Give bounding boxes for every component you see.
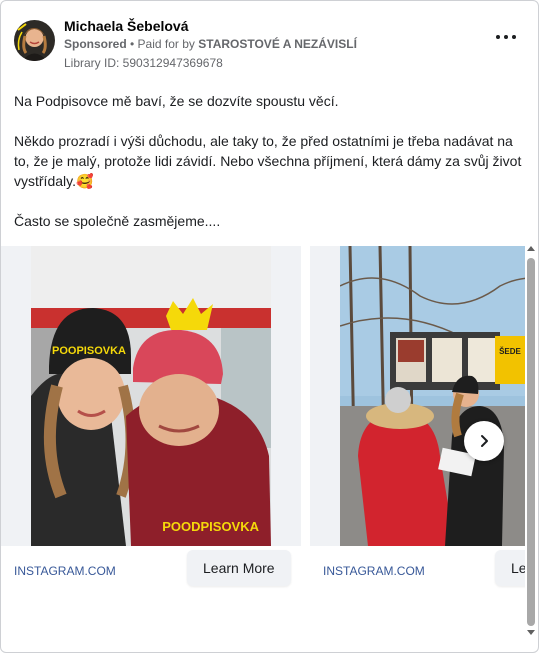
body-paragraph-2: Někdo prozradí i výši důchodu, ale taky … [14, 133, 522, 189]
paid-for-prefix: • Paid for by [126, 37, 199, 51]
library-id: Library ID: 590312947369678 [64, 56, 223, 70]
carousel-card-1[interactable]: POOPISOVKA POODPISOVKA INSTAGRAM.COM Lea… [1, 246, 301, 586]
image-caption-2: ŠEDE [499, 347, 521, 356]
carousel-card-2[interactable]: ŠEDE INSTAGRAM.COM Learn More [310, 246, 525, 586]
paid-for-by[interactable]: STAROSTOVÉ A NEZÁVISLÍ [198, 37, 357, 51]
more-horizontal-icon[interactable] [496, 32, 516, 42]
carousel-card-footer-1: INSTAGRAM.COM Learn More [1, 550, 301, 590]
learn-more-button-1[interactable]: Learn More [187, 550, 291, 586]
hat-text: POOPISOVKA [52, 345, 126, 357]
author-name[interactable]: Michaela Šebelová [64, 18, 189, 34]
avatar-image [14, 20, 55, 61]
scroll-up-arrow-icon[interactable] [527, 246, 535, 251]
body-paragraph-1: Na Podpisovce mě baví, že se dozvíte spo… [14, 93, 339, 109]
body-paragraph-3: Často se společně zasmějeme.... [14, 213, 221, 229]
learn-more-button-2[interactable]: Learn More [495, 550, 525, 586]
carousel-image-2[interactable]: ŠEDE [340, 246, 525, 546]
avatar[interactable] [14, 20, 55, 61]
carousel-card-footer-2: INSTAGRAM.COM Learn More [310, 550, 525, 590]
post-header: Michaela Šebelová Sponsored • Paid for b… [14, 18, 526, 74]
scrollbar[interactable] [525, 246, 537, 638]
carousel-image-1[interactable]: POOPISOVKA POODPISOVKA [31, 246, 271, 546]
chevron-right-icon[interactable] [464, 421, 504, 461]
post-body: Na Podpisovce mě baví, že se dozvíte spo… [14, 91, 529, 251]
sponsor-line: Sponsored • Paid for by STAROSTOVÉ A NEZ… [64, 37, 357, 51]
sponsored-label: Sponsored [64, 37, 127, 51]
ad-card: Michaela Šebelová Sponsored • Paid for b… [0, 0, 539, 653]
card-domain-2[interactable]: INSTAGRAM.COM [323, 564, 425, 578]
scroll-down-arrow-icon[interactable] [527, 630, 535, 635]
image-caption-1: POODPISOVKA [162, 519, 259, 534]
carousel: POOPISOVKA POODPISOVKA INSTAGRAM.COM Lea… [1, 246, 525, 618]
card-domain-1[interactable]: INSTAGRAM.COM [14, 564, 116, 578]
scroll-thumb[interactable] [527, 258, 535, 626]
